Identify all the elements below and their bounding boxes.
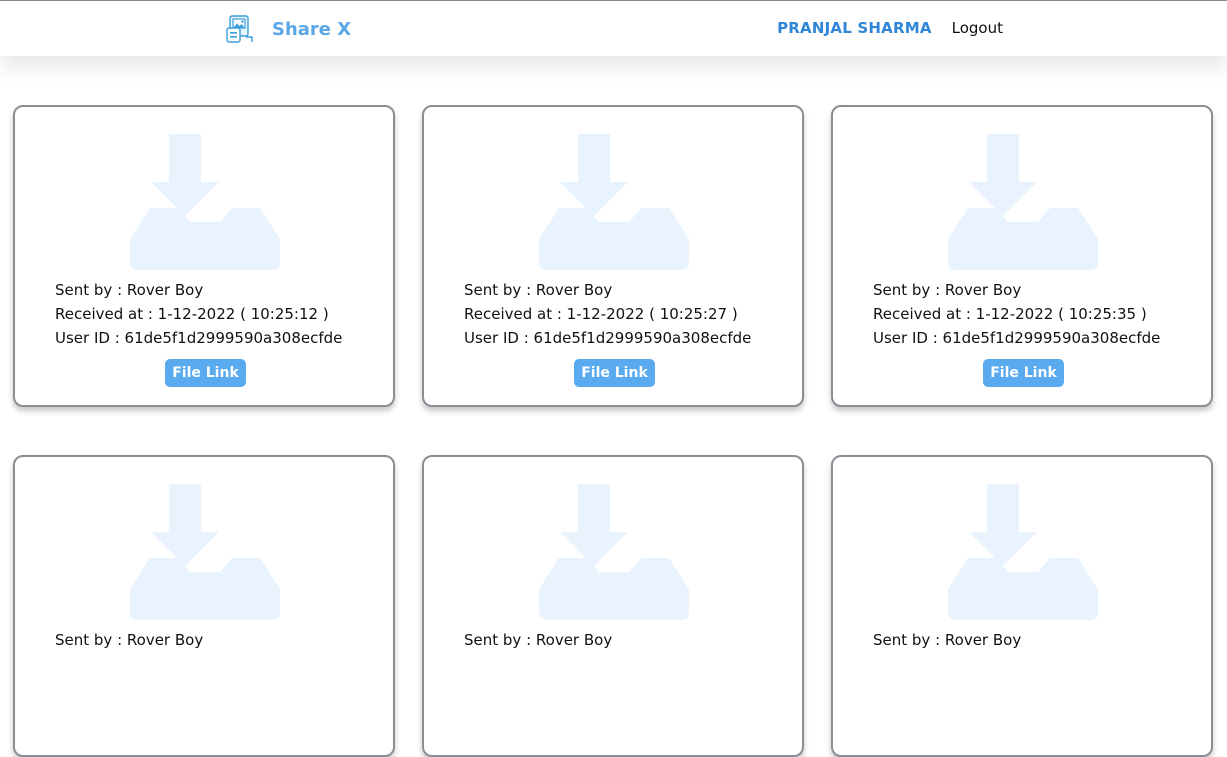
received-at-text: Received at : 1-12-2022 ( 10:25:27 ) — [464, 305, 738, 323]
card-info: Sent by : Rover Boy Received at : 1-12-2… — [55, 278, 342, 350]
download-tray-icon — [539, 134, 689, 270]
card-info: Sent by : Rover Boy — [55, 628, 203, 652]
card-info: Sent by : Rover Boy — [873, 628, 1021, 652]
card-info: Sent by : Rover Boy Received at : 1-12-2… — [464, 278, 751, 350]
brand[interactable]: Share X — [224, 12, 351, 46]
sent-by-text: Sent by : Rover Boy — [873, 631, 1022, 649]
received-at-text: Received at : 1-12-2022 ( 10:25:12 ) — [55, 305, 329, 323]
download-tray-icon — [948, 134, 1098, 270]
file-card: Sent by : Rover Boy — [422, 455, 804, 757]
file-card: Sent by : Rover Boy — [831, 455, 1213, 757]
card-info: Sent by : Rover Boy — [464, 628, 612, 652]
user-name-link[interactable]: PRANJAL SHARMA — [777, 19, 932, 37]
sent-by-text: Sent by : Rover Boy — [55, 631, 204, 649]
file-link-button[interactable]: File Link — [574, 359, 655, 387]
file-link-button[interactable]: File Link — [165, 359, 246, 387]
user-id-text: User ID : 61de5f1d2999590a308ecfde — [464, 329, 752, 347]
download-tray-icon — [539, 484, 689, 620]
sent-by-text: Sent by : Rover Boy — [55, 281, 204, 299]
top-navbar: Share X PRANJAL SHARMA Logout — [0, 0, 1227, 56]
share-logo-icon — [226, 15, 253, 43]
brand-name: Share X — [272, 18, 352, 40]
nav-right: PRANJAL SHARMA Logout — [777, 19, 1003, 37]
sent-by-text: Sent by : Rover Boy — [464, 631, 613, 649]
card-info: Sent by : Rover Boy Received at : 1-12-2… — [873, 278, 1160, 350]
file-link-button[interactable]: File Link — [983, 359, 1064, 387]
download-tray-icon — [130, 484, 280, 620]
file-card: Sent by : Rover Boy — [13, 455, 395, 757]
file-card: Sent by : Rover Boy Received at : 1-12-2… — [831, 105, 1213, 407]
file-card: Sent by : Rover Boy Received at : 1-12-2… — [422, 105, 804, 407]
file-card: Sent by : Rover Boy Received at : 1-12-2… — [13, 105, 395, 407]
user-id-text: User ID : 61de5f1d2999590a308ecfde — [873, 329, 1161, 347]
logout-link[interactable]: Logout — [952, 19, 1003, 37]
download-tray-icon — [130, 134, 280, 270]
download-tray-icon — [948, 484, 1098, 620]
user-id-text: User ID : 61de5f1d2999590a308ecfde — [55, 329, 343, 347]
sent-by-text: Sent by : Rover Boy — [464, 281, 613, 299]
received-at-text: Received at : 1-12-2022 ( 10:25:35 ) — [873, 305, 1147, 323]
sent-by-text: Sent by : Rover Boy — [873, 281, 1022, 299]
